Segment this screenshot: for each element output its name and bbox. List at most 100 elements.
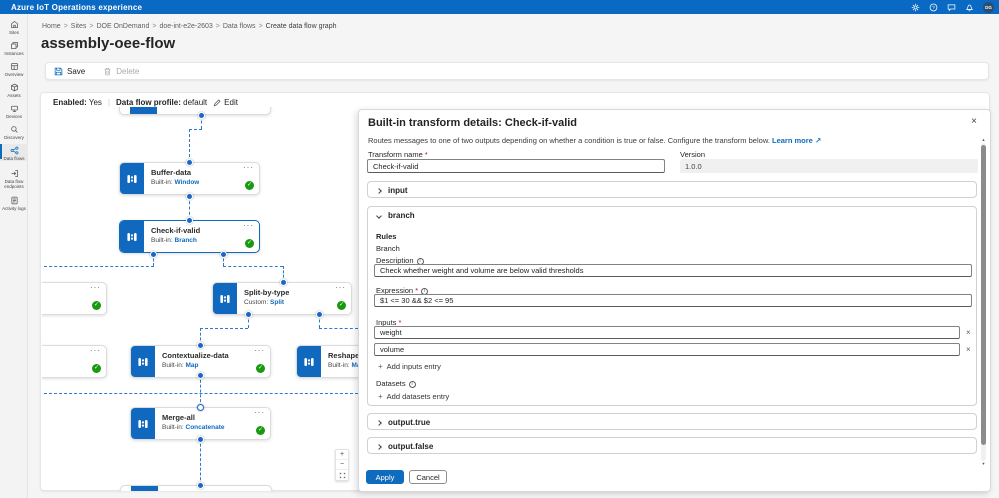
- zoom-out-button[interactable]: −: [336, 460, 348, 470]
- port-dot[interactable]: [219, 250, 227, 258]
- node-menu-button[interactable]: ···: [90, 283, 101, 292]
- data-flows-icon: [10, 146, 18, 155]
- breadcrumb-home[interactable]: Home: [42, 23, 61, 30]
- edit-profile-button[interactable]: Edit: [213, 98, 238, 107]
- panel-description: Routes messages to one of two outputs de…: [368, 136, 822, 145]
- delete-button[interactable]: Delete: [103, 67, 139, 76]
- section-branch-header[interactable]: branch: [368, 207, 976, 224]
- breadcrumb-instance[interactable]: doe-int-e2e-2603: [159, 23, 212, 30]
- inputs-entry-volume[interactable]: [374, 343, 960, 356]
- devices-icon: [10, 105, 18, 112]
- zoom-in-button[interactable]: +: [336, 450, 348, 460]
- chevron-right-icon: [376, 187, 382, 194]
- section-input[interactable]: input: [367, 181, 977, 198]
- sidebar-item-activity-logs[interactable]: Activity logs: [0, 196, 28, 211]
- port-dot[interactable]: [196, 435, 204, 443]
- connector: [223, 266, 283, 267]
- left-nav: Sites Instances Overview Assets Devices …: [0, 14, 28, 498]
- save-button[interactable]: Save: [54, 67, 85, 76]
- sidebar-item-data-flows[interactable]: Data flows: [0, 144, 28, 161]
- port-dot[interactable]: [197, 111, 205, 119]
- transform-icon: [131, 346, 155, 377]
- port-dot[interactable]: [196, 341, 204, 349]
- help-icon[interactable]: ?: [929, 3, 938, 12]
- overview-icon: [10, 63, 18, 70]
- transform-details-panel: Built-in transform details: Check-if-val…: [358, 109, 991, 492]
- port-dot[interactable]: [196, 371, 204, 379]
- sites-icon: [10, 21, 18, 28]
- flow-node-split-by-type[interactable]: Split-by-type Custom: Split ··· ✓: [212, 282, 352, 315]
- node-type-link[interactable]: Window: [175, 179, 200, 186]
- node-menu-button[interactable]: ···: [254, 346, 265, 355]
- sidebar-item-sites[interactable]: Sites: [0, 20, 28, 35]
- port-dot-open[interactable]: [196, 403, 204, 411]
- port-dot[interactable]: [149, 250, 157, 258]
- flow-editor-card: Enabled: Yes | Data flow profile: defaul…: [40, 92, 991, 492]
- breadcrumb: Home > Sites > DOE OnDemand > doe-int-e2e-2603…: [42, 23, 337, 30]
- node-menu-button[interactable]: ···: [254, 408, 265, 417]
- remove-input-icon[interactable]: ×: [966, 328, 971, 337]
- learn-more-link[interactable]: Learn more: [772, 136, 813, 145]
- sidebar-item-data-flow-endpoints[interactable]: Data flow endpoints: [0, 169, 28, 189]
- node-menu-button[interactable]: ···: [335, 283, 346, 292]
- transform-icon: [131, 486, 158, 491]
- node-menu-button[interactable]: ···: [90, 346, 101, 355]
- port-dot[interactable]: [244, 310, 252, 318]
- scroll-down-icon[interactable]: ▼: [982, 461, 986, 467]
- scrollbar-thumb[interactable]: [981, 145, 986, 445]
- version-label: Version: [680, 150, 706, 159]
- delete-icon: [104, 67, 111, 75]
- flow-node-partial-bottom[interactable]: [120, 485, 272, 491]
- node-menu-button[interactable]: ···: [243, 163, 254, 172]
- apply-button[interactable]: Apply: [366, 470, 404, 484]
- flow-node-partial-left-1[interactable]: ··· ✓: [42, 282, 107, 315]
- transform-name-input[interactable]: [367, 159, 665, 173]
- connector: [319, 328, 358, 329]
- breadcrumb-sites[interactable]: Sites: [71, 23, 87, 30]
- port-dot[interactable]: [196, 481, 204, 489]
- sidebar-item-instances[interactable]: Instances: [0, 41, 28, 56]
- external-link-icon: ↗: [814, 136, 822, 145]
- port-dot[interactable]: [279, 278, 287, 286]
- node-type-link[interactable]: Split: [270, 299, 284, 306]
- add-inputs-entry-button[interactable]: + Add inputs entry: [378, 362, 441, 371]
- node-type-link[interactable]: Branch: [175, 237, 197, 244]
- port-dot[interactable]: [185, 158, 193, 166]
- flow-canvas[interactable]: ··· ✓ ··· ✓ Buffer-data Built-in: Window: [42, 94, 358, 491]
- breadcrumb-site[interactable]: DOE OnDemand: [96, 23, 149, 30]
- fit-view-button[interactable]: [336, 470, 348, 480]
- notifications-bell-icon[interactable]: [965, 3, 974, 12]
- node-menu-button[interactable]: ···: [243, 221, 254, 230]
- feedback-icon[interactable]: [947, 3, 956, 12]
- sidebar-item-assets[interactable]: Assets: [0, 83, 28, 98]
- sidebar-item-overview[interactable]: Overview: [0, 62, 28, 77]
- settings-gear-icon[interactable]: [911, 3, 920, 12]
- info-icon[interactable]: i: [408, 380, 416, 388]
- description-input[interactable]: [374, 264, 972, 277]
- node-type-link[interactable]: Concatenate: [186, 424, 225, 431]
- breadcrumb-data-flows[interactable]: Data flows: [223, 23, 256, 30]
- inputs-entry-weight[interactable]: [374, 326, 960, 339]
- close-icon[interactable]: ×: [971, 116, 977, 127]
- cancel-button[interactable]: Cancel: [409, 470, 447, 484]
- node-type-link[interactable]: Map: [186, 362, 199, 369]
- success-check-icon: ✓: [245, 239, 254, 248]
- section-output-true[interactable]: output.true: [367, 413, 977, 430]
- datasets-label: Datasets i: [376, 379, 416, 388]
- scrollbar-track[interactable]: [981, 143, 986, 461]
- flow-node-partial-left-2[interactable]: ··· ✓: [42, 345, 107, 378]
- port-dot[interactable]: [185, 192, 193, 200]
- sidebar-item-devices[interactable]: Devices: [0, 104, 28, 119]
- flow-node-reshape-data[interactable]: Reshape-data Built-in: Map: [296, 345, 358, 378]
- user-avatar[interactable]: DG: [983, 1, 994, 13]
- add-datasets-entry-button[interactable]: + Add datasets entry: [378, 392, 449, 401]
- port-dot[interactable]: [185, 216, 193, 224]
- flow-node-buffer-data[interactable]: Buffer-data Built-in: Window ··· ✓: [119, 162, 260, 195]
- expression-input[interactable]: [374, 294, 972, 307]
- section-output-false[interactable]: output.false: [367, 437, 977, 454]
- flow-node-check-if-valid[interactable]: Check-if-valid Built-in: Branch ··· ✓: [119, 220, 260, 253]
- sidebar-item-discovery[interactable]: Discovery: [0, 125, 28, 140]
- port-dot[interactable]: [315, 310, 323, 318]
- panel-scrollbar[interactable]: ▲ ▼: [980, 137, 987, 467]
- remove-input-icon[interactable]: ×: [966, 345, 971, 354]
